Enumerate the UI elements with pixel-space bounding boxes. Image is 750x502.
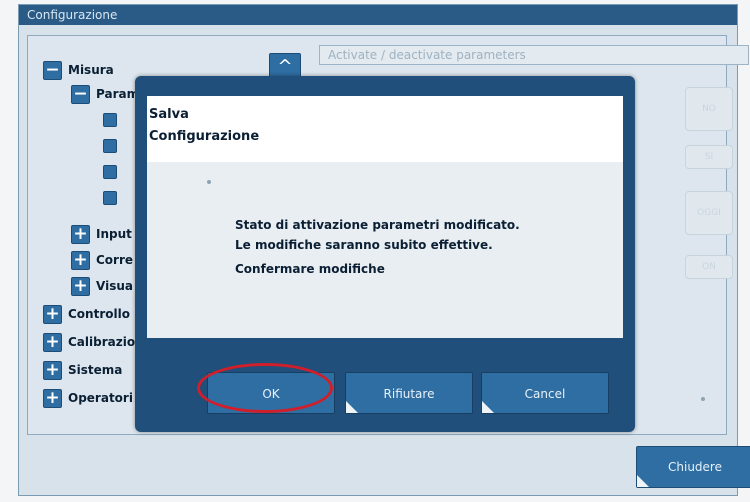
close-button-label: Chiudere <box>668 460 722 474</box>
tree-subitem-4[interactable] <box>103 187 123 209</box>
tree-item-label: Corre <box>96 253 134 267</box>
bg-option-button[interactable]: ON <box>685 255 733 279</box>
dialog-message-line3: Confermare modifiche <box>235 262 385 276</box>
tree-subitem-2[interactable] <box>103 135 123 157</box>
cancel-button-label: Cancel <box>524 387 566 401</box>
indicator-dot <box>701 397 705 401</box>
tree-item-correzione[interactable]: + Corre <box>71 249 133 271</box>
window-title: Configurazione <box>19 5 737 25</box>
expand-icon[interactable]: + <box>71 276 90 296</box>
panel-header: Activate / deactivate parameters <box>319 45 749 65</box>
dialog-title-line1: Salva <box>149 107 189 122</box>
reject-button-label: Rifiutare <box>383 387 435 401</box>
cancel-button[interactable]: Cancel <box>481 372 609 414</box>
dialog-body: Stato di attivazione parametri modificat… <box>147 162 623 338</box>
ok-highlight-ring <box>197 363 333 413</box>
reject-button[interactable]: Rifiutare <box>345 372 473 414</box>
expand-icon[interactable]: + <box>43 304 62 324</box>
tree-item-input[interactable]: + Input <box>71 223 132 245</box>
tree-item-calibrazione[interactable]: + Calibrazio <box>43 331 135 353</box>
tree-item-controllo[interactable]: + Controllo <box>43 303 130 325</box>
dialog-message-line2: Le modifiche saranno subito effettive. <box>235 238 493 252</box>
expand-icon[interactable]: + <box>71 250 90 270</box>
expand-icon[interactable]: + <box>71 224 90 244</box>
tree-item-misura[interactable]: − Misura <box>43 59 114 81</box>
tree-item-operatori[interactable]: + Operatori <box>43 387 133 409</box>
expand-icon[interactable] <box>103 165 117 179</box>
collapse-icon[interactable]: − <box>71 84 90 104</box>
dialog-title: Salva Configurazione <box>149 104 259 148</box>
save-config-dialog: Salva Configurazione Stato di attivazion… <box>135 76 635 432</box>
collapse-icon[interactable]: − <box>43 60 62 80</box>
expand-icon[interactable] <box>103 113 117 127</box>
tree-subitem-3[interactable] <box>103 161 123 183</box>
bg-option-button[interactable]: SI <box>685 145 733 169</box>
dialog-message-line1: Stato di attivazione parametri modificat… <box>235 218 520 232</box>
expand-icon[interactable]: + <box>43 360 62 380</box>
tree-item-label: Controllo <box>68 307 130 321</box>
bg-option-button[interactable]: NO <box>685 87 733 131</box>
tree-item-parametri[interactable]: − Param <box>71 83 139 105</box>
corner-marker-icon <box>482 401 494 413</box>
expand-icon[interactable] <box>103 191 117 205</box>
corner-marker-icon <box>637 475 649 487</box>
tree-item-label: Misura <box>68 63 114 77</box>
tree-item-label: Visua <box>96 279 133 293</box>
bg-option-button[interactable]: OGGI <box>685 191 733 235</box>
tree-item-label: Param <box>96 87 140 101</box>
expand-icon[interactable]: + <box>43 332 62 352</box>
expand-icon[interactable]: + <box>43 388 62 408</box>
corner-marker-icon <box>346 401 358 413</box>
tree-item-label: Operatori <box>68 391 133 405</box>
close-button[interactable]: Chiudere <box>636 446 750 488</box>
tree-item-sistema[interactable]: + Sistema <box>43 359 122 381</box>
tree-item-visualizzazione[interactable]: + Visua <box>71 275 133 297</box>
tree-subitem-1[interactable] <box>103 109 123 131</box>
expand-icon[interactable] <box>103 139 117 153</box>
tree-item-label: Calibrazio <box>68 335 136 349</box>
indicator-dot <box>207 180 211 184</box>
tree-item-label: Sistema <box>68 363 123 377</box>
dialog-title-line2: Configurazione <box>149 129 260 144</box>
tree-item-label: Input <box>96 227 132 241</box>
